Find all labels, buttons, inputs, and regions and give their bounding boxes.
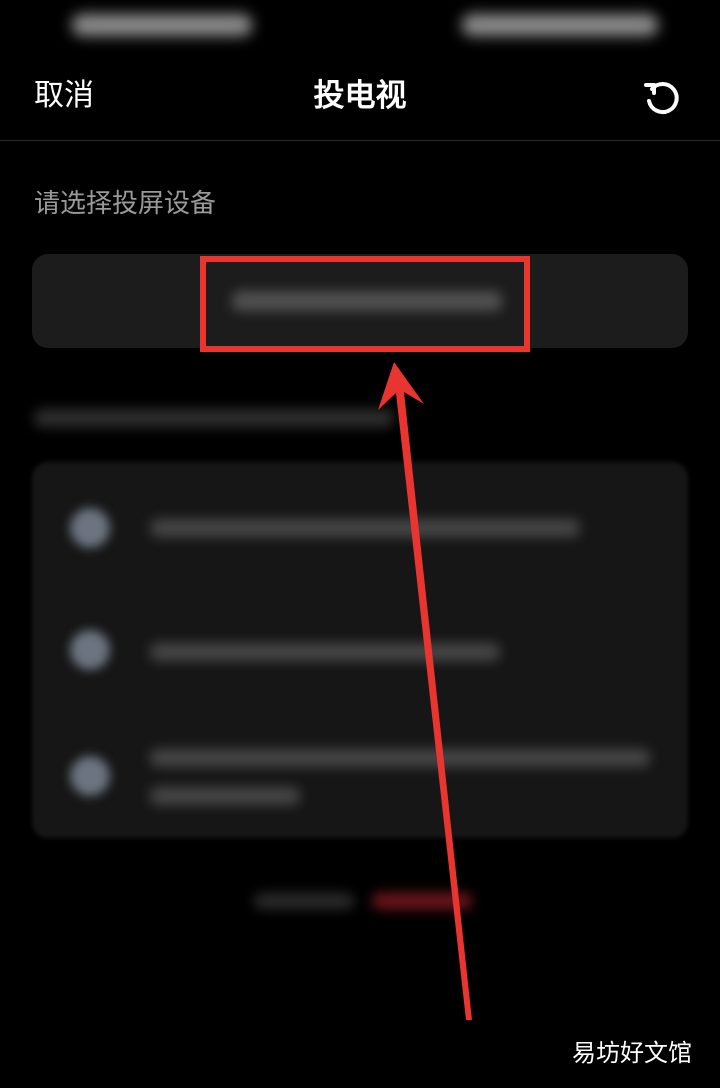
watermark: 易坊好文馆 — [572, 1039, 692, 1067]
arrow-annotation — [378, 362, 472, 1020]
